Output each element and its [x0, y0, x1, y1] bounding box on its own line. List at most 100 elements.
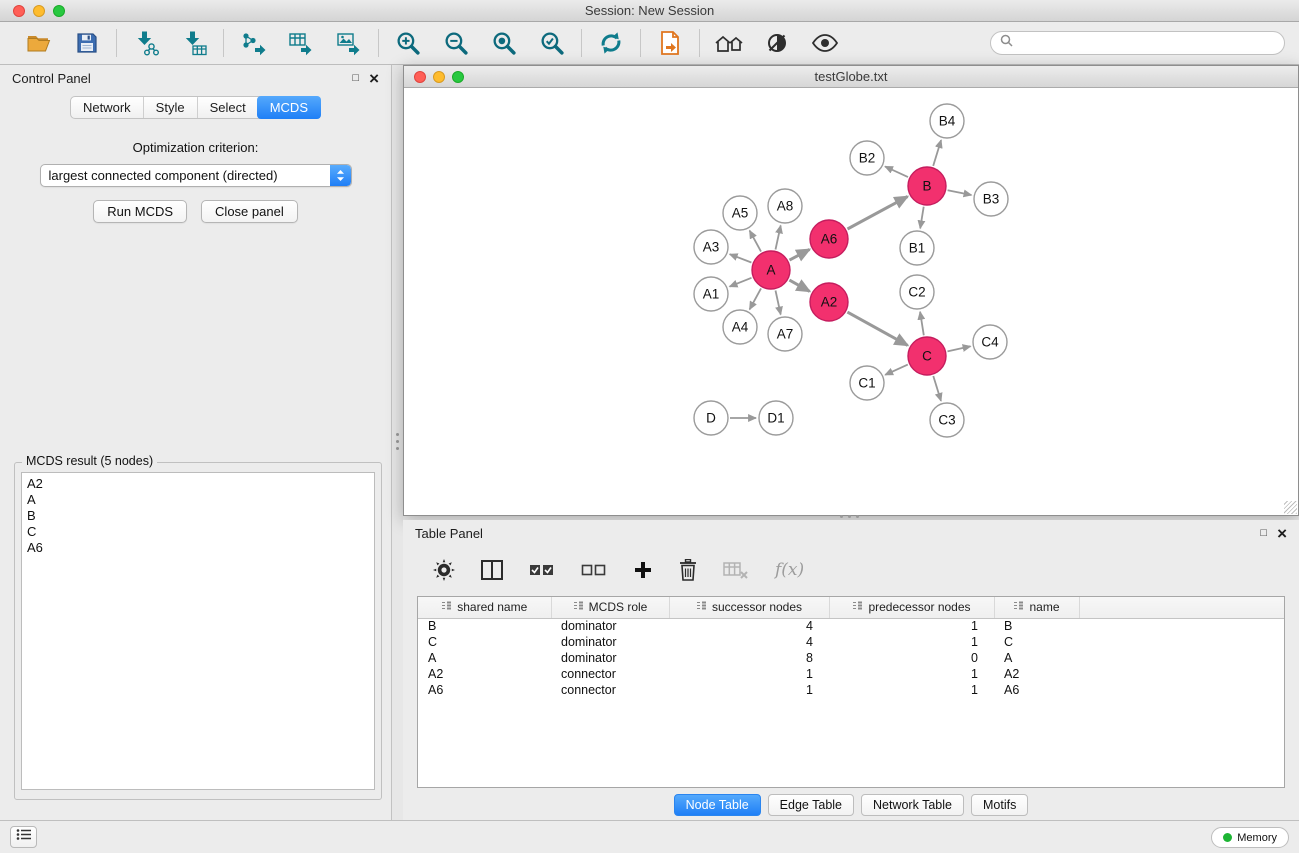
zoom-out-icon[interactable]	[441, 28, 471, 58]
table-row[interactable]: A6connector11A6	[418, 682, 1284, 698]
table-cell[interactable]: 1	[829, 618, 994, 634]
table-cell[interactable]: connector	[551, 666, 669, 682]
table-cell[interactable]: 0	[829, 650, 994, 666]
table-cell[interactable]: A2	[418, 666, 551, 682]
graph-node-C4[interactable]: C4	[973, 325, 1007, 359]
tab-mcds[interactable]: MCDS	[257, 96, 321, 119]
graph-node-A1[interactable]: A1	[694, 277, 728, 311]
home-icon[interactable]	[714, 28, 744, 58]
network-file-icon[interactable]	[238, 28, 268, 58]
graph-node-A5[interactable]: A5	[723, 196, 757, 230]
search-field[interactable]	[990, 31, 1285, 55]
table-cell[interactable]: connector	[551, 682, 669, 698]
graph-edge-A-A2[interactable]	[789, 280, 809, 291]
unselect-all-icon[interactable]	[581, 556, 607, 584]
graph-node-B4[interactable]: B4	[930, 104, 964, 138]
table-cell[interactable]: 1	[829, 666, 994, 682]
import-network-file-icon[interactable]	[131, 28, 161, 58]
table-cell[interactable]: 1	[669, 682, 829, 698]
graph-edge-C-C1[interactable]	[885, 365, 908, 375]
table-cell[interactable]: A6	[418, 682, 551, 698]
mcds-result-item[interactable]: C	[22, 524, 374, 540]
tab-node-table[interactable]: Node Table	[674, 794, 761, 816]
first-neighbors-icon[interactable]	[655, 28, 685, 58]
graph-node-A4[interactable]: A4	[723, 310, 757, 344]
table-cell[interactable]: dominator	[551, 618, 669, 634]
graph-edge-A-A4[interactable]	[750, 288, 761, 309]
mcds-result-list[interactable]: A2ABCA6	[21, 472, 375, 790]
graph-node-C[interactable]: C	[908, 337, 946, 375]
table-cell[interactable]: A6	[994, 682, 1079, 698]
table-cell[interactable]: 8	[669, 650, 829, 666]
graph-edge-B-B1[interactable]	[920, 207, 924, 229]
float-table-panel-icon[interactable]: □	[1260, 528, 1267, 539]
tab-network[interactable]: Network	[71, 97, 143, 118]
graph-edge-A2-C[interactable]	[847, 312, 907, 345]
mcds-result-item[interactable]: B	[22, 508, 374, 524]
graph-edge-C-C2[interactable]	[920, 312, 924, 336]
table-cell[interactable]: B	[418, 618, 551, 634]
vertical-panel-divider[interactable]	[392, 65, 403, 820]
image-file-icon[interactable]	[334, 28, 364, 58]
graph-node-C1[interactable]: C1	[850, 366, 884, 400]
graph-node-D[interactable]: D	[694, 401, 728, 435]
table-row[interactable]: Cdominator41C	[418, 634, 1284, 650]
add-row-icon[interactable]	[633, 556, 653, 584]
mcds-result-item[interactable]: A2	[22, 476, 374, 492]
select-all-icon[interactable]	[529, 556, 555, 584]
memory-button[interactable]: Memory	[1211, 827, 1289, 848]
network-window-titlebar[interactable]: testGlobe.txt	[404, 66, 1298, 88]
graph-node-A2[interactable]: A2	[810, 283, 848, 321]
criterion-dropdown[interactable]: largest connected component (directed)	[40, 164, 352, 187]
table-cell[interactable]: A	[994, 650, 1079, 666]
save-session-icon[interactable]	[72, 28, 102, 58]
graph-node-B2[interactable]: B2	[850, 141, 884, 175]
table-cell[interactable]: A2	[994, 666, 1079, 682]
table-cell[interactable]: 1	[829, 682, 994, 698]
table-cell[interactable]: 1	[829, 634, 994, 650]
table-cell[interactable]: B	[994, 618, 1079, 634]
graph-node-A3[interactable]: A3	[694, 230, 728, 264]
horizontal-panel-divider[interactable]	[840, 515, 866, 519]
table-cell[interactable]: C	[994, 634, 1079, 650]
table-cell[interactable]: dominator	[551, 650, 669, 666]
graph-edge-B-B4[interactable]	[933, 140, 941, 166]
tab-network-table[interactable]: Network Table	[861, 794, 964, 816]
table-cell[interactable]: A	[418, 650, 551, 666]
show-panels-button[interactable]	[10, 826, 37, 848]
settings-gear-icon[interactable]	[433, 556, 455, 584]
table-cell[interactable]: 1	[669, 666, 829, 682]
column-header-mcds-role[interactable]: MCDS role	[551, 597, 669, 618]
graph-node-A[interactable]: A	[752, 251, 790, 289]
graph-node-B1[interactable]: B1	[900, 231, 934, 265]
mcds-result-item[interactable]: A6	[22, 540, 374, 556]
graph-edge-A-A6[interactable]	[790, 249, 810, 260]
zoom-in-icon[interactable]	[393, 28, 423, 58]
table-row[interactable]: Bdominator41B	[418, 618, 1284, 634]
search-input[interactable]	[1019, 36, 1275, 50]
close-panel-icon[interactable]: ×	[369, 70, 379, 87]
graph-edge-A-A5[interactable]	[750, 231, 761, 252]
graph-node-C2[interactable]: C2	[900, 275, 934, 309]
column-header-predecessor-nodes[interactable]: predecessor nodes	[829, 597, 994, 618]
close-table-panel-icon[interactable]: ×	[1277, 525, 1287, 542]
window-resize-grip[interactable]	[1284, 501, 1297, 514]
graph-node-A8[interactable]: A8	[768, 189, 802, 223]
close-panel-button[interactable]: Close panel	[201, 200, 298, 223]
table-cell[interactable]: dominator	[551, 634, 669, 650]
table-cell[interactable]: 4	[669, 634, 829, 650]
apply-layout-icon[interactable]	[596, 28, 626, 58]
column-header-shared-name[interactable]: shared name	[418, 597, 551, 618]
graph-node-A7[interactable]: A7	[768, 317, 802, 351]
table-cell[interactable]: 4	[669, 618, 829, 634]
table-cell[interactable]: C	[418, 634, 551, 650]
function-builder-icon[interactable]: f(x)	[775, 556, 804, 584]
graph-edge-A6-B[interactable]	[848, 197, 908, 230]
graph-edge-A-A1[interactable]	[730, 278, 752, 287]
graph-edge-A-A8[interactable]	[776, 226, 781, 250]
network-graph[interactable]: B4B2BB3A5A8A6B1A3AC2A1A2A4A7C4CC1C3DD1	[404, 88, 1298, 515]
zoom-selected-icon[interactable]	[537, 28, 567, 58]
graph-edge-C-C4[interactable]	[948, 346, 971, 351]
table-file-icon[interactable]	[286, 28, 316, 58]
import-table-file-icon[interactable]	[179, 28, 209, 58]
